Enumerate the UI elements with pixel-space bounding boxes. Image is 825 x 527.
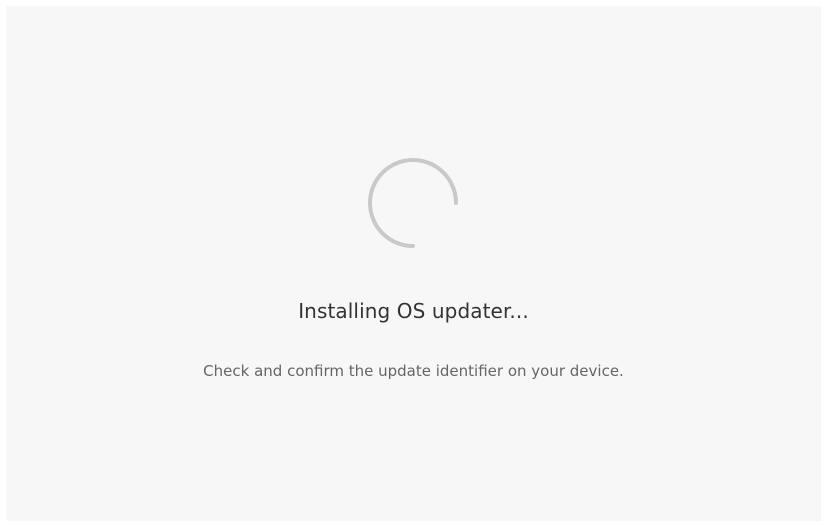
loading-spinner-icon <box>364 154 462 252</box>
installer-panel: Installing OS updater... Check and confi… <box>6 6 821 521</box>
loading-spinner-graphic <box>368 158 458 248</box>
install-instruction-text: Check and confirm the update identifier … <box>203 362 624 380</box>
install-status-title: Installing OS updater... <box>298 299 529 323</box>
spinner-arc <box>368 158 458 248</box>
